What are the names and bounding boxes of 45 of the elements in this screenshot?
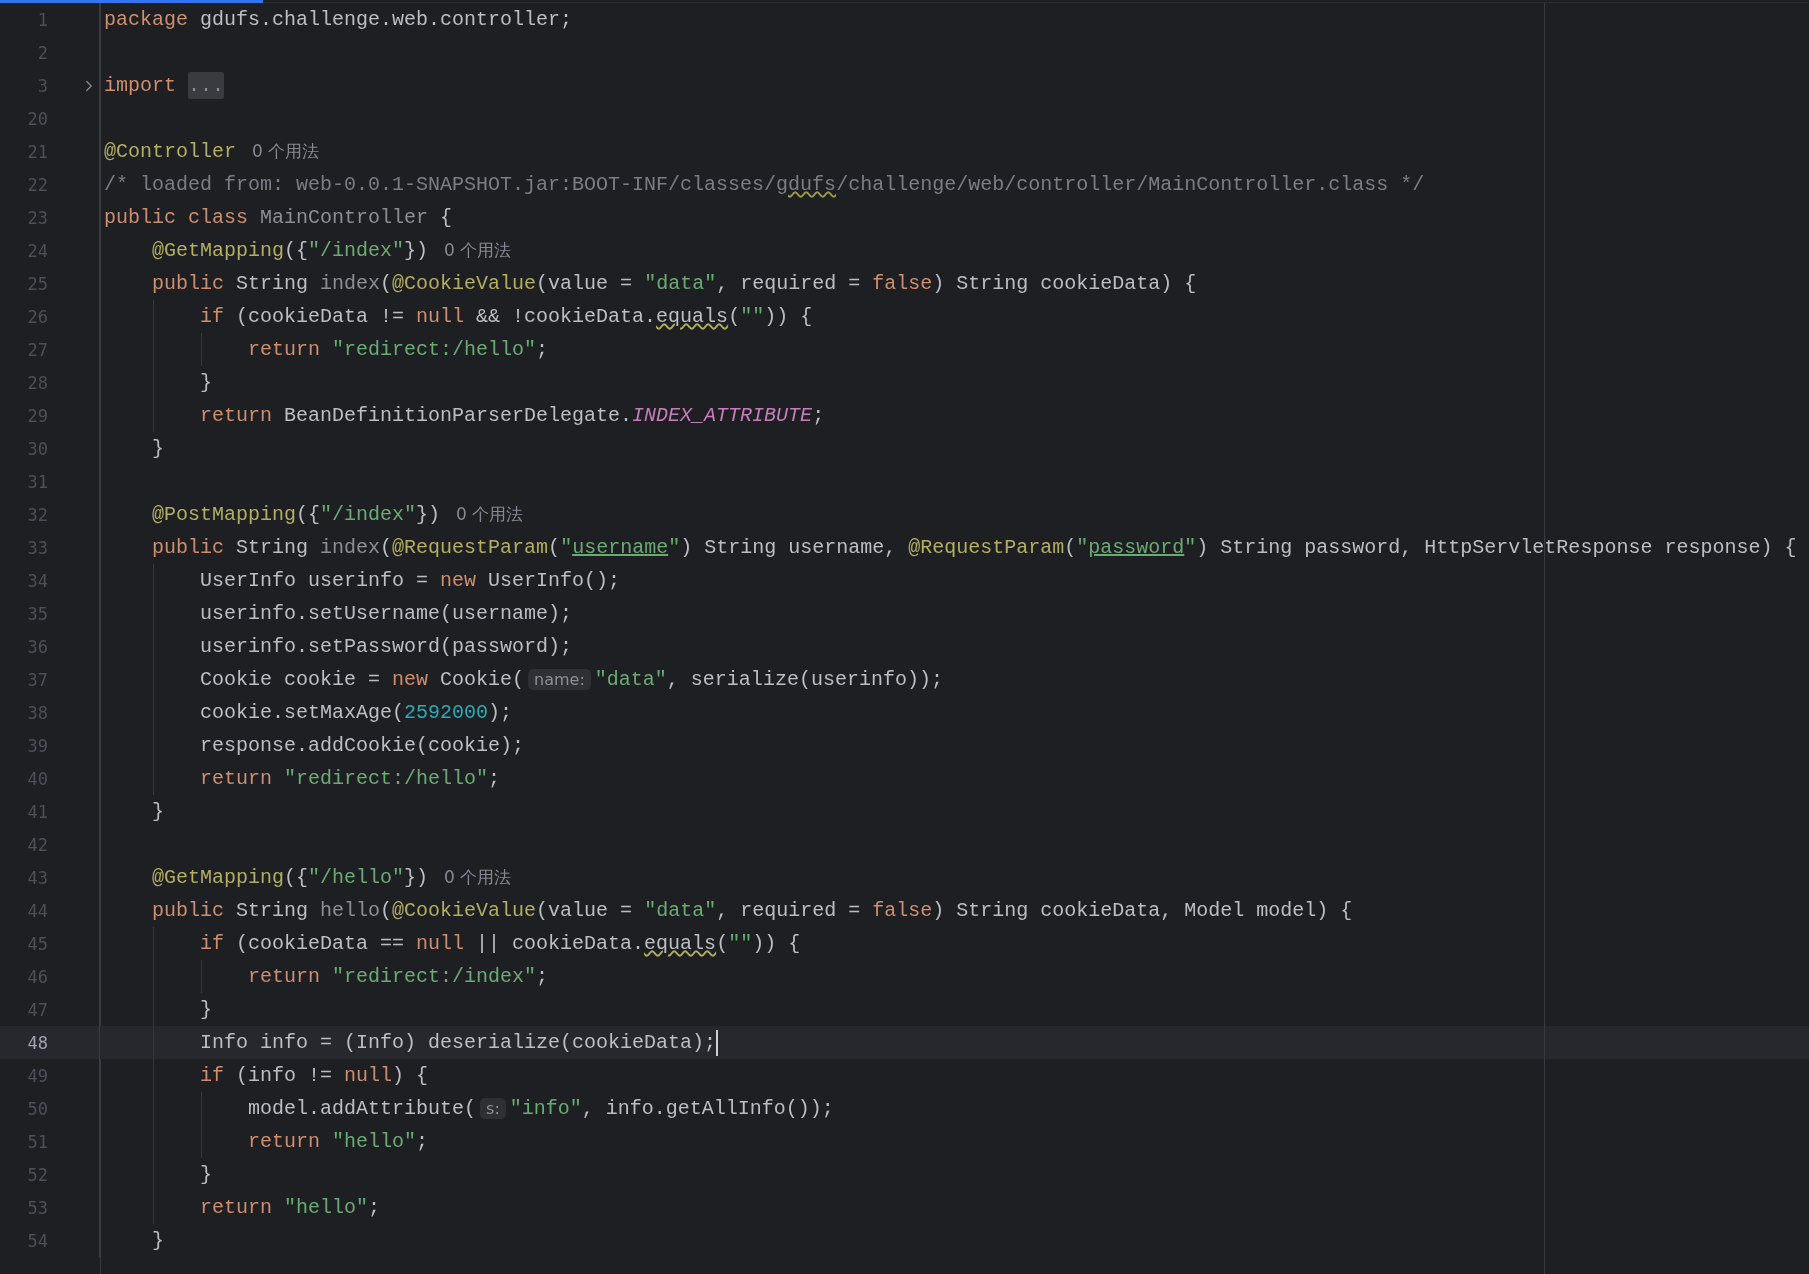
code-text: return "redirect:/hello";	[199, 767, 501, 790]
code-text: import	[104, 74, 177, 97]
code-text: return "redirect:/index";	[247, 965, 549, 988]
code-text: UserInfo userinfo = new UserInfo();	[199, 569, 621, 592]
code-text: Cookie cookie = new Cookie(	[199, 668, 525, 691]
code-text: @PostMapping({"/index"})	[151, 503, 441, 526]
code-text: }	[199, 371, 213, 394]
parameter-name-hint: s:	[480, 1098, 506, 1119]
code-text: package gdufs.challenge.web.controller;	[104, 8, 573, 31]
parameter-name-hint: name:	[528, 669, 591, 690]
usage-count-hint[interactable]: 0 个用法	[456, 503, 524, 526]
code-text: /* loaded from: web-0.0.1-SNAPSHOT.jar:BOOT-INF/classes/gdufs/challenge/web/controller/MainController.class */	[104, 173, 1425, 196]
code-text: return "redirect:/hello";	[247, 338, 549, 361]
code-text: public class MainController {	[104, 206, 453, 229]
usage-count-hint[interactable]: 0 个用法	[444, 239, 512, 262]
usage-count-hint[interactable]: 0 个用法	[444, 866, 512, 889]
code-text: @GetMapping({"/hello"})	[151, 866, 429, 889]
code-text: public String hello(@CookieValue(value = "data", required = false) String cookieData, Model model) {	[151, 899, 1353, 922]
code-text: @Controller	[104, 140, 237, 163]
code-text: return BeanDefinitionParserDelegate.INDEX_ATTRIBUTE;	[199, 404, 825, 427]
code-text: userinfo.setUsername(username);	[199, 602, 573, 625]
code-text: response.addCookie(cookie);	[199, 734, 525, 757]
usage-count-hint[interactable]: 0 个用法	[252, 140, 320, 163]
code-text: @GetMapping({"/index"})	[151, 239, 429, 262]
code-text: Info info = (Info) deserialize(cookieData);	[199, 1031, 717, 1054]
code-text: if (info != null) {	[199, 1064, 429, 1087]
code-text: }	[151, 437, 164, 460]
code-text: return "hello";	[199, 1196, 381, 1219]
code-text: }	[151, 800, 164, 823]
code-text: userinfo.setPassword(password);	[199, 635, 573, 658]
text-cursor	[716, 1029, 719, 1056]
code-text: "data", serialize(userinfo));	[594, 668, 943, 691]
code-text: return "hello";	[247, 1130, 429, 1153]
code-text: if (cookieData == null || cookieData.equals("")) {	[199, 932, 801, 955]
code-text: if (cookieData != null && !cookieData.equals("")) {	[199, 305, 813, 328]
code-text: model.addAttribute(	[247, 1097, 477, 1120]
code-text: public String index(@RequestParam("username") String username, @RequestParam("password") String password, HttpServletResponse response) {	[151, 536, 1797, 559]
code-text: public String index(@CookieValue(value = "data", required = false) String cookieData) {	[151, 272, 1197, 295]
code-text: "info", info.getAllInfo());	[509, 1097, 834, 1120]
line-number: 48	[26, 1032, 48, 1053]
folded-code-placeholder[interactable]: ...	[188, 72, 225, 99]
code-text: }	[151, 1229, 164, 1252]
code-text: cookie.setMaxAge(2592000);	[199, 701, 513, 724]
code-text: }	[199, 1163, 213, 1186]
code-text: }	[199, 998, 213, 1021]
